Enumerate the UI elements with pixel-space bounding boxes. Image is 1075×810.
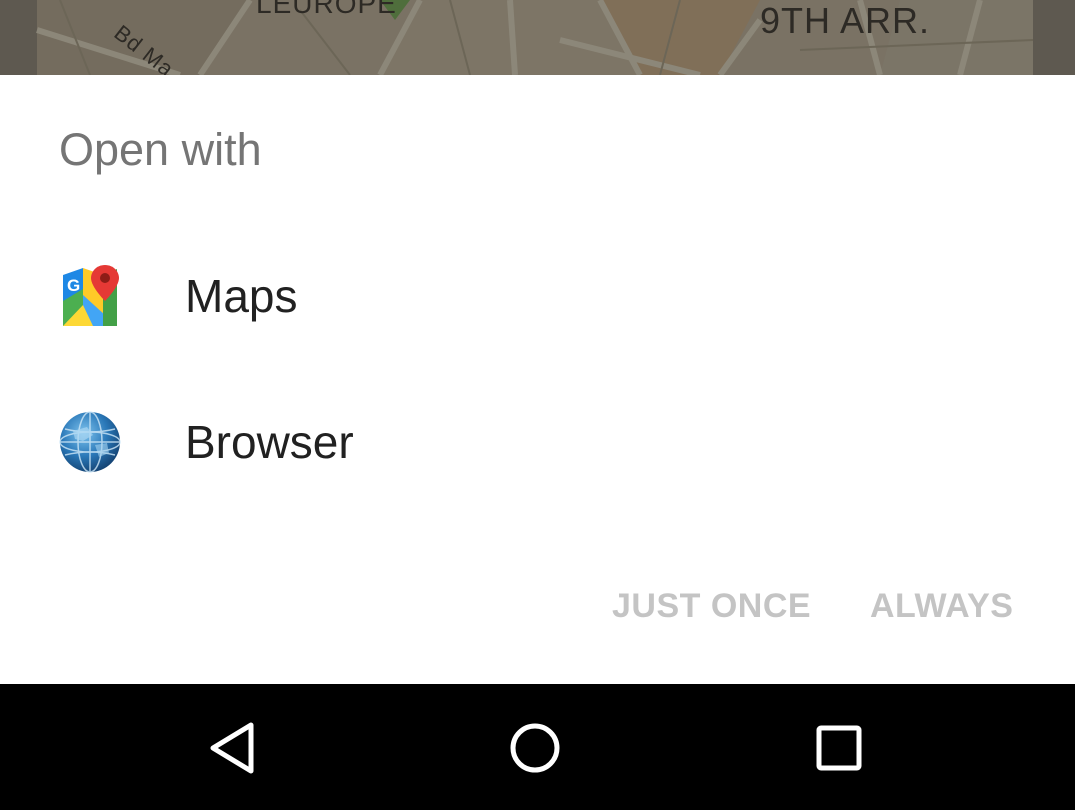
recents-square-icon[interactable] xyxy=(811,720,867,776)
app-label-maps: Maps xyxy=(185,270,298,322)
open-with-dialog: Open with G Maps Browser JUST ONCE ALWAY… xyxy=(0,75,1075,684)
home-circle-icon[interactable] xyxy=(507,720,563,776)
screen: LEUROPE 9TH ARR. Bd Ma Open with G Maps … xyxy=(0,0,1075,810)
app-label-browser: Browser xyxy=(185,416,354,468)
map-label-europe: LEUROPE xyxy=(256,0,397,19)
back-triangle-icon[interactable] xyxy=(205,720,261,776)
navigation-bar xyxy=(0,684,1075,810)
dialog-actions: JUST ONCE ALWAYS xyxy=(0,580,1075,632)
browser-globe-icon xyxy=(59,411,121,473)
always-button[interactable]: ALWAYS xyxy=(870,580,1013,632)
svg-text:G: G xyxy=(67,276,80,295)
google-maps-icon: G xyxy=(59,265,121,327)
just-once-button[interactable]: JUST ONCE xyxy=(612,580,811,632)
map-label-arrondissement: 9TH ARR. xyxy=(760,0,931,41)
background-map[interactable]: LEUROPE 9TH ARR. Bd Ma xyxy=(0,0,1075,75)
app-option-browser[interactable]: Browser xyxy=(0,369,1075,515)
app-option-maps[interactable]: G Maps xyxy=(0,223,1075,369)
dialog-title: Open with xyxy=(59,124,262,175)
